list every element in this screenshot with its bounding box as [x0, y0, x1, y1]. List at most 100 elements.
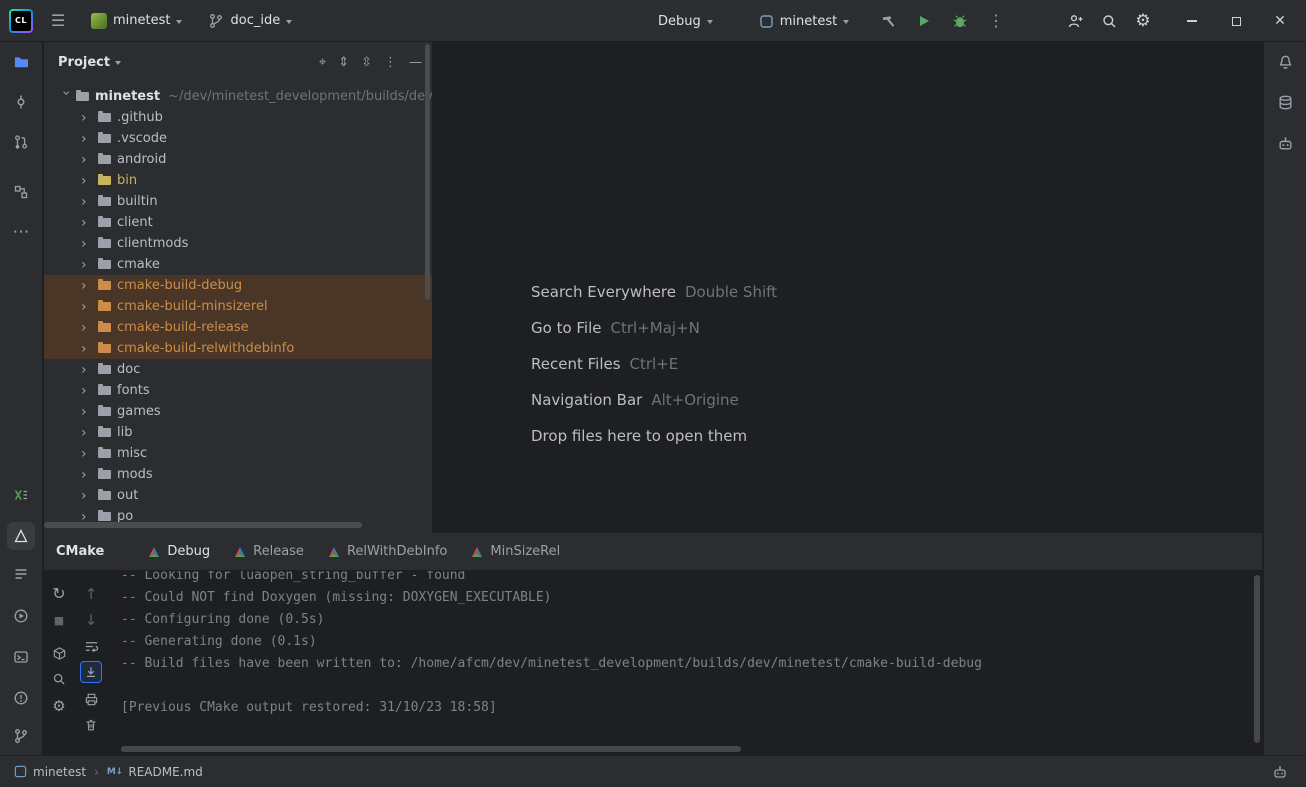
chevron-right-icon[interactable]: › [81, 426, 96, 440]
run-config-selector[interactable]: minetest [751, 6, 857, 36]
commit-tool-button[interactable] [7, 88, 35, 116]
tree-item[interactable]: ›cmake-build-relwithdebinfo [44, 338, 432, 359]
chevron-right-icon[interactable]: › [81, 174, 96, 188]
tree-item[interactable]: ›doc [44, 359, 432, 380]
prev-message-button[interactable]: ↑ [80, 583, 102, 605]
settings-button[interactable]: ⚙ [1128, 6, 1158, 36]
problems-tool-button[interactable] [7, 684, 35, 712]
tree-item[interactable]: ›games [44, 401, 432, 422]
more-tools-button[interactable]: ⋯ [7, 218, 35, 246]
chevron-right-icon[interactable]: › [81, 489, 96, 503]
tree-item[interactable]: ›builtin [44, 191, 432, 212]
code-with-me-button[interactable] [1060, 6, 1090, 36]
chevron-right-icon[interactable]: › [81, 363, 96, 377]
chevron-expanded-icon[interactable]: › [59, 90, 73, 105]
hide-panel-icon[interactable]: — [409, 56, 422, 69]
find-in-output-button[interactable] [48, 668, 70, 690]
clear-output-button[interactable] [80, 714, 102, 736]
console-vertical-scrollbar[interactable] [1254, 575, 1260, 743]
tree-item[interactable]: ›client [44, 212, 432, 233]
ai-assistant-button[interactable] [1271, 129, 1299, 157]
tree-item[interactable]: ›cmake-build-minsizerel [44, 296, 432, 317]
run-button[interactable] [909, 6, 939, 36]
chevron-right-icon[interactable]: › [81, 216, 96, 230]
database-tool-button[interactable] [1271, 88, 1299, 116]
terminal-tool-button[interactable] [7, 643, 35, 671]
chevron-right-icon[interactable]: › [81, 195, 96, 209]
pull-requests-tool-button[interactable] [7, 128, 35, 156]
collapse-all-icon[interactable]: ⇳ [361, 56, 372, 69]
chevron-right-icon[interactable]: › [81, 111, 96, 125]
tree-item[interactable]: ›lib [44, 422, 432, 443]
tree-item[interactable]: ›cmake-build-debug [44, 275, 432, 296]
project-horizontal-scrollbar[interactable] [44, 522, 362, 528]
tree-item[interactable]: ›bin [44, 170, 432, 191]
build-type-selector[interactable]: Debug [650, 6, 721, 36]
tab-minsizerel[interactable]: MinSizeRel [459, 533, 572, 571]
locate-icon[interactable]: ⌖ [319, 56, 326, 69]
notifications-button[interactable] [1271, 48, 1299, 76]
main-menu-button[interactable]: ☰ [43, 6, 73, 36]
tree-item[interactable]: ›.vscode [44, 128, 432, 149]
build-button[interactable] [873, 6, 903, 36]
chevron-right-icon[interactable]: › [81, 468, 96, 482]
search-everywhere-button[interactable] [1094, 6, 1124, 36]
status-project-breadcrumb[interactable]: minetest [14, 765, 86, 779]
maximize-button[interactable] [1216, 0, 1256, 42]
minimize-button[interactable] [1172, 0, 1212, 42]
scroll-to-end-button[interactable] [80, 661, 102, 683]
chevron-right-icon[interactable]: › [81, 342, 96, 356]
tree-item[interactable]: ›cmake [44, 254, 432, 275]
expand-all-icon[interactable]: ⇕ [338, 56, 349, 69]
close-button[interactable]: ✕ [1260, 0, 1300, 42]
stop-button[interactable]: ■ [48, 609, 70, 631]
cmake-settings-button[interactable] [48, 642, 70, 664]
debug-button[interactable] [945, 6, 975, 36]
console-horizontal-scrollbar[interactable] [121, 746, 741, 752]
cmake-panel-title[interactable]: CMake [56, 544, 104, 559]
next-message-button[interactable]: ↓ [80, 609, 102, 631]
project-tool-button[interactable] [7, 48, 35, 76]
chevron-right-icon[interactable]: › [81, 237, 96, 251]
tree-item[interactable]: ›misc [44, 443, 432, 464]
tree-item[interactable]: ›android [44, 149, 432, 170]
chevron-right-icon[interactable]: › [81, 300, 96, 314]
console-settings-button[interactable]: ⚙ [48, 695, 70, 717]
chevron-right-icon[interactable]: › [81, 258, 96, 272]
clion-logo[interactable]: CL [9, 9, 33, 33]
print-button[interactable] [80, 688, 102, 710]
todo-tool-button[interactable] [7, 560, 35, 588]
status-file-breadcrumb[interactable]: M↓ README.md [107, 765, 203, 779]
tab-release[interactable]: Release [222, 533, 316, 571]
chevron-right-icon[interactable]: › [81, 279, 96, 293]
tab-relwithdebinfo[interactable]: RelWithDebInfo [316, 533, 459, 571]
spreadsheet-tool-button[interactable] [7, 481, 35, 509]
panel-title[interactable]: Project [58, 55, 110, 70]
tree-item[interactable]: ›mods [44, 464, 432, 485]
project-selector[interactable]: minetest [83, 6, 190, 36]
tree-item-root[interactable]: › minetest ~/dev/minetest_development/bu… [44, 86, 432, 107]
chevron-right-icon[interactable]: › [81, 132, 96, 146]
tab-debug[interactable]: Debug [136, 533, 222, 571]
more-options-icon[interactable]: ⋮ [384, 56, 397, 69]
tree-item[interactable]: ›clientmods [44, 233, 432, 254]
chevron-right-icon[interactable]: › [81, 447, 96, 461]
chevron-right-icon[interactable]: › [81, 405, 96, 419]
console-output[interactable]: -- Looking for luaopen_string_buffer - f… [121, 571, 1248, 719]
structure-tool-button[interactable] [7, 178, 35, 206]
tree-item[interactable]: ›out [44, 485, 432, 506]
run-tool-button[interactable] [7, 602, 35, 630]
chevron-right-icon[interactable]: › [81, 321, 96, 335]
git-tool-button[interactable] [7, 722, 35, 750]
chevron-right-icon[interactable]: › [81, 153, 96, 167]
tree-item[interactable]: ›.github [44, 107, 432, 128]
cmake-tool-button[interactable] [7, 522, 35, 550]
reload-cmake-button[interactable]: ↻ [48, 583, 70, 605]
chevron-right-icon[interactable]: › [81, 384, 96, 398]
tree-item[interactable]: ›cmake-build-release [44, 317, 432, 338]
project-vertical-scrollbar[interactable] [425, 44, 430, 300]
ai-assistant-status-button[interactable] [1266, 758, 1294, 786]
soft-wrap-button[interactable] [80, 635, 102, 657]
more-actions-button[interactable]: ⋮ [981, 6, 1011, 36]
branch-selector[interactable]: doc_ide [200, 6, 300, 36]
